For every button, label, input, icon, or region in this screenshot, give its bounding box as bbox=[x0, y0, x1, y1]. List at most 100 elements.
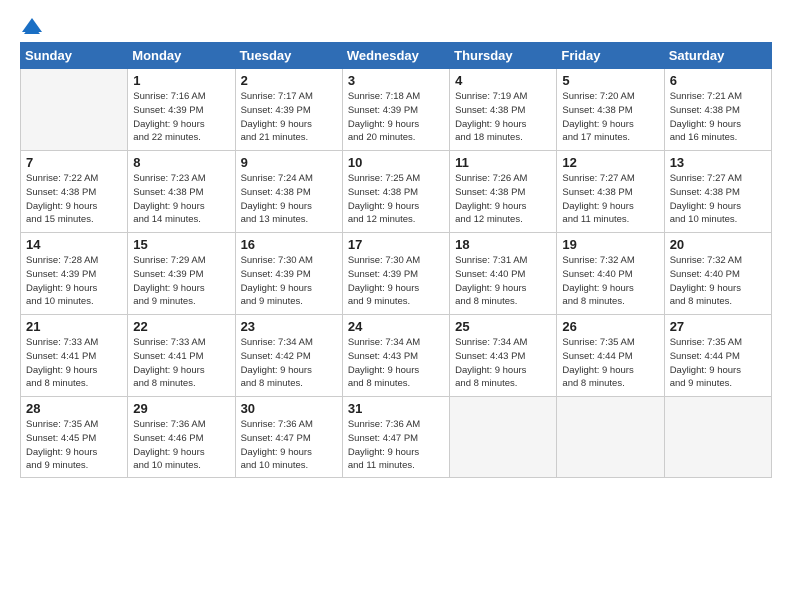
day-info: Sunrise: 7:35 AM Sunset: 4:45 PM Dayligh… bbox=[26, 418, 122, 473]
day-number: 1 bbox=[133, 73, 229, 88]
day-cell: 6 Sunrise: 7:21 AM Sunset: 4:38 PM Daylig… bbox=[664, 69, 771, 151]
day-cell: 4 Sunrise: 7:19 AM Sunset: 4:38 PM Daylig… bbox=[450, 69, 557, 151]
day-info: Sunrise: 7:22 AM Sunset: 4:38 PM Dayligh… bbox=[26, 172, 122, 227]
day-number: 9 bbox=[241, 155, 337, 170]
logo-icon bbox=[22, 18, 42, 34]
day-number: 19 bbox=[562, 237, 658, 252]
logo bbox=[20, 16, 42, 30]
day-cell: 14Sunrise: 7:28 AM Sunset: 4:39 PM Dayli… bbox=[21, 233, 128, 315]
day-number: 27 bbox=[670, 319, 766, 334]
day-cell: 19 Sunrise: 7:32 AM Sunset: 4:40 PM Dayli… bbox=[557, 233, 664, 315]
day-cell: 7 Sunrise: 7:22 AM Sunset: 4:38 PM Daylig… bbox=[21, 151, 128, 233]
day-number: 16 bbox=[241, 237, 337, 252]
day-info: Sunrise: 7:36 AM Sunset: 4:46 PM Dayligh… bbox=[133, 418, 229, 473]
day-number: 17 bbox=[348, 237, 444, 252]
day-cell bbox=[664, 397, 771, 478]
weekday-tuesday: Tuesday bbox=[235, 43, 342, 69]
day-info: Sunrise: 7:32 AM Sunset: 4:40 PM Dayligh… bbox=[562, 254, 658, 309]
day-info: Sunrise: 7:36 AM Sunset: 4:47 PM Dayligh… bbox=[241, 418, 337, 473]
weekday-header-row: SundayMondayTuesdayWednesdayThursdayFrid… bbox=[21, 43, 772, 69]
day-cell: 28Sunrise: 7:35 AM Sunset: 4:45 PM Dayli… bbox=[21, 397, 128, 478]
day-number: 11 bbox=[455, 155, 551, 170]
day-number: 21 bbox=[26, 319, 122, 334]
day-cell bbox=[450, 397, 557, 478]
weekday-saturday: Saturday bbox=[664, 43, 771, 69]
day-number: 25 bbox=[455, 319, 551, 334]
week-row-4: 28Sunrise: 7:35 AM Sunset: 4:45 PM Dayli… bbox=[21, 397, 772, 478]
day-number: 8 bbox=[133, 155, 229, 170]
weekday-thursday: Thursday bbox=[450, 43, 557, 69]
day-info: Sunrise: 7:21 AM Sunset: 4:38 PM Dayligh… bbox=[670, 90, 766, 145]
header bbox=[20, 16, 772, 30]
day-number: 7 bbox=[26, 155, 122, 170]
day-number: 24 bbox=[348, 319, 444, 334]
day-info: Sunrise: 7:30 AM Sunset: 4:39 PM Dayligh… bbox=[348, 254, 444, 309]
weekday-monday: Monday bbox=[128, 43, 235, 69]
day-info: Sunrise: 7:34 AM Sunset: 4:43 PM Dayligh… bbox=[455, 336, 551, 391]
calendar: SundayMondayTuesdayWednesdayThursdayFrid… bbox=[20, 42, 772, 478]
day-number: 23 bbox=[241, 319, 337, 334]
day-info: Sunrise: 7:20 AM Sunset: 4:38 PM Dayligh… bbox=[562, 90, 658, 145]
day-number: 10 bbox=[348, 155, 444, 170]
day-info: Sunrise: 7:36 AM Sunset: 4:47 PM Dayligh… bbox=[348, 418, 444, 473]
day-cell: 13 Sunrise: 7:27 AM Sunset: 4:38 PM Dayli… bbox=[664, 151, 771, 233]
day-cell: 16Sunrise: 7:30 AM Sunset: 4:39 PM Dayli… bbox=[235, 233, 342, 315]
day-info: Sunrise: 7:31 AM Sunset: 4:40 PM Dayligh… bbox=[455, 254, 551, 309]
day-info: Sunrise: 7:33 AM Sunset: 4:41 PM Dayligh… bbox=[26, 336, 122, 391]
day-info: Sunrise: 7:27 AM Sunset: 4:38 PM Dayligh… bbox=[562, 172, 658, 227]
day-number: 22 bbox=[133, 319, 229, 334]
day-cell: 3Sunrise: 7:18 AM Sunset: 4:39 PM Daylig… bbox=[342, 69, 449, 151]
day-cell: 10 Sunrise: 7:25 AM Sunset: 4:38 PM Dayli… bbox=[342, 151, 449, 233]
day-number: 14 bbox=[26, 237, 122, 252]
day-number: 6 bbox=[670, 73, 766, 88]
day-cell: 15Sunrise: 7:29 AM Sunset: 4:39 PM Dayli… bbox=[128, 233, 235, 315]
day-info: Sunrise: 7:17 AM Sunset: 4:39 PM Dayligh… bbox=[241, 90, 337, 145]
day-cell bbox=[21, 69, 128, 151]
day-info: Sunrise: 7:25 AM Sunset: 4:38 PM Dayligh… bbox=[348, 172, 444, 227]
day-number: 13 bbox=[670, 155, 766, 170]
weekday-wednesday: Wednesday bbox=[342, 43, 449, 69]
day-number: 5 bbox=[562, 73, 658, 88]
day-number: 15 bbox=[133, 237, 229, 252]
day-cell: 12 Sunrise: 7:27 AM Sunset: 4:38 PM Dayli… bbox=[557, 151, 664, 233]
day-cell: 2 Sunrise: 7:17 AM Sunset: 4:39 PM Daylig… bbox=[235, 69, 342, 151]
day-info: Sunrise: 7:16 AM Sunset: 4:39 PM Dayligh… bbox=[133, 90, 229, 145]
day-cell: 27 Sunrise: 7:35 AM Sunset: 4:44 PM Dayli… bbox=[664, 315, 771, 397]
day-cell: 20 Sunrise: 7:32 AM Sunset: 4:40 PM Dayli… bbox=[664, 233, 771, 315]
day-info: Sunrise: 7:32 AM Sunset: 4:40 PM Dayligh… bbox=[670, 254, 766, 309]
page: SundayMondayTuesdayWednesdayThursdayFrid… bbox=[0, 0, 792, 612]
day-number: 12 bbox=[562, 155, 658, 170]
day-cell: 29 Sunrise: 7:36 AM Sunset: 4:46 PM Dayli… bbox=[128, 397, 235, 478]
day-cell: 25 Sunrise: 7:34 AM Sunset: 4:43 PM Dayli… bbox=[450, 315, 557, 397]
day-cell bbox=[557, 397, 664, 478]
day-number: 30 bbox=[241, 401, 337, 416]
day-cell: 18 Sunrise: 7:31 AM Sunset: 4:40 PM Dayli… bbox=[450, 233, 557, 315]
week-row-3: 21 Sunrise: 7:33 AM Sunset: 4:41 PM Dayli… bbox=[21, 315, 772, 397]
weekday-sunday: Sunday bbox=[21, 43, 128, 69]
day-info: Sunrise: 7:19 AM Sunset: 4:38 PM Dayligh… bbox=[455, 90, 551, 145]
day-info: Sunrise: 7:34 AM Sunset: 4:42 PM Dayligh… bbox=[241, 336, 337, 391]
day-info: Sunrise: 7:34 AM Sunset: 4:43 PM Dayligh… bbox=[348, 336, 444, 391]
day-number: 29 bbox=[133, 401, 229, 416]
day-number: 4 bbox=[455, 73, 551, 88]
day-number: 2 bbox=[241, 73, 337, 88]
day-info: Sunrise: 7:26 AM Sunset: 4:38 PM Dayligh… bbox=[455, 172, 551, 227]
day-number: 26 bbox=[562, 319, 658, 334]
day-info: Sunrise: 7:35 AM Sunset: 4:44 PM Dayligh… bbox=[562, 336, 658, 391]
day-number: 18 bbox=[455, 237, 551, 252]
day-info: Sunrise: 7:23 AM Sunset: 4:38 PM Dayligh… bbox=[133, 172, 229, 227]
day-info: Sunrise: 7:33 AM Sunset: 4:41 PM Dayligh… bbox=[133, 336, 229, 391]
week-row-1: 7 Sunrise: 7:22 AM Sunset: 4:38 PM Daylig… bbox=[21, 151, 772, 233]
day-number: 20 bbox=[670, 237, 766, 252]
day-cell: 11 Sunrise: 7:26 AM Sunset: 4:38 PM Dayli… bbox=[450, 151, 557, 233]
week-row-2: 14Sunrise: 7:28 AM Sunset: 4:39 PM Dayli… bbox=[21, 233, 772, 315]
day-cell: 17 Sunrise: 7:30 AM Sunset: 4:39 PM Dayli… bbox=[342, 233, 449, 315]
day-cell: 23 Sunrise: 7:34 AM Sunset: 4:42 PM Dayli… bbox=[235, 315, 342, 397]
day-info: Sunrise: 7:24 AM Sunset: 4:38 PM Dayligh… bbox=[241, 172, 337, 227]
day-cell: 21 Sunrise: 7:33 AM Sunset: 4:41 PM Dayli… bbox=[21, 315, 128, 397]
day-number: 31 bbox=[348, 401, 444, 416]
day-cell: 26 Sunrise: 7:35 AM Sunset: 4:44 PM Dayli… bbox=[557, 315, 664, 397]
day-cell: 5 Sunrise: 7:20 AM Sunset: 4:38 PM Daylig… bbox=[557, 69, 664, 151]
day-info: Sunrise: 7:27 AM Sunset: 4:38 PM Dayligh… bbox=[670, 172, 766, 227]
day-info: Sunrise: 7:35 AM Sunset: 4:44 PM Dayligh… bbox=[670, 336, 766, 391]
